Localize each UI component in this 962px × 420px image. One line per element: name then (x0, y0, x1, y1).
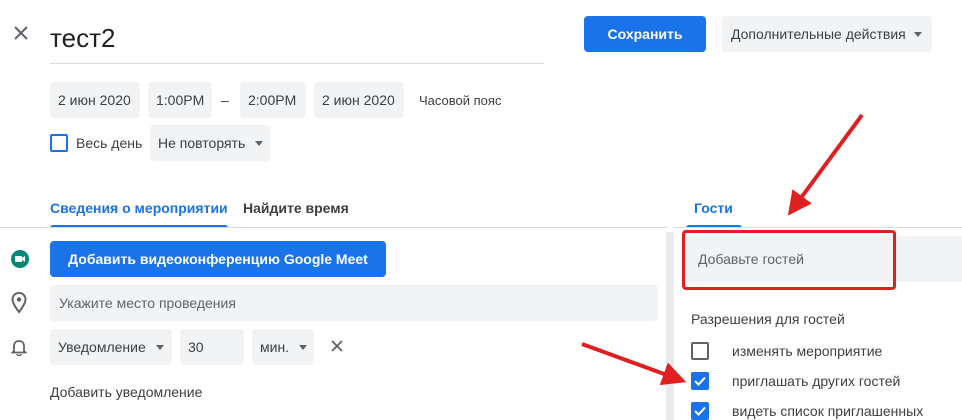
annotation-arrow-guests (787, 113, 864, 216)
annotation-arrow-permissions (581, 342, 687, 386)
annotation-arrows (581, 113, 864, 386)
